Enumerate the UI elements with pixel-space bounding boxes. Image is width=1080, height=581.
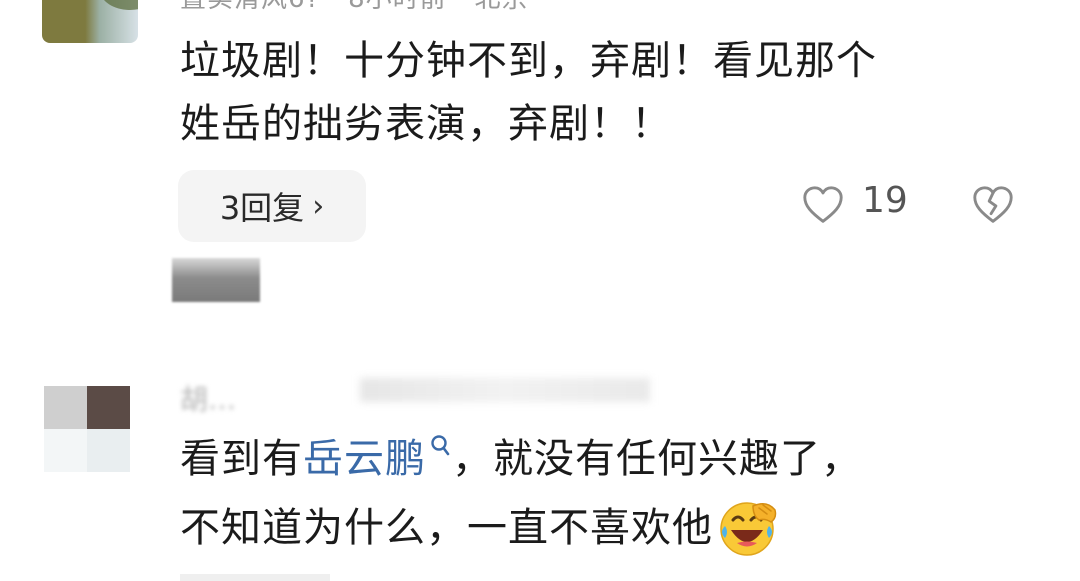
search-icon bbox=[431, 435, 450, 456]
broken-heart-icon bbox=[973, 186, 1013, 223]
laughing-face-emoji-icon bbox=[720, 502, 777, 556]
comment-text-prefix: 看到有 bbox=[180, 436, 303, 482]
mention-link[interactable]: 岳云鹏 bbox=[303, 428, 452, 490]
blurred-meta bbox=[360, 378, 650, 402]
dislike-button[interactable] bbox=[970, 182, 1016, 228]
like-button[interactable] bbox=[800, 182, 846, 228]
blurred-content bbox=[172, 258, 260, 302]
comment-text-line: 垃圾剧！十分钟不到，弃剧！看见那个 bbox=[180, 38, 877, 84]
replies-label: 3回复 bbox=[219, 189, 305, 227]
comment-text-line: 姓岳的拙劣表演，弃剧！！ bbox=[180, 101, 672, 147]
comment-meta: 置实清风6? · 8小时前 · 北京 bbox=[180, 0, 528, 15]
chevron-right-icon: › bbox=[312, 188, 325, 224]
view-replies-button[interactable]: 3回复 › bbox=[178, 170, 366, 242]
avatar[interactable] bbox=[44, 386, 130, 472]
comment-text: 不知道为什么，一直不喜欢他 bbox=[180, 505, 713, 551]
comment-text-line: 不知道为什么，一直不喜欢他 bbox=[180, 496, 779, 560]
comment-meta: 胡… bbox=[180, 383, 237, 416]
like-count: 19 bbox=[862, 180, 908, 221]
comment-text-line: 看到有 岳云鹏 ，就没有任何兴趣了， bbox=[180, 428, 862, 490]
divider bbox=[180, 574, 330, 581]
comment-text-suffix: ，就没有任何兴趣了， bbox=[452, 436, 862, 482]
avatar[interactable] bbox=[42, 0, 138, 43]
mention-name: 岳云鹏 bbox=[303, 436, 426, 482]
heart-outline-icon bbox=[803, 186, 843, 223]
